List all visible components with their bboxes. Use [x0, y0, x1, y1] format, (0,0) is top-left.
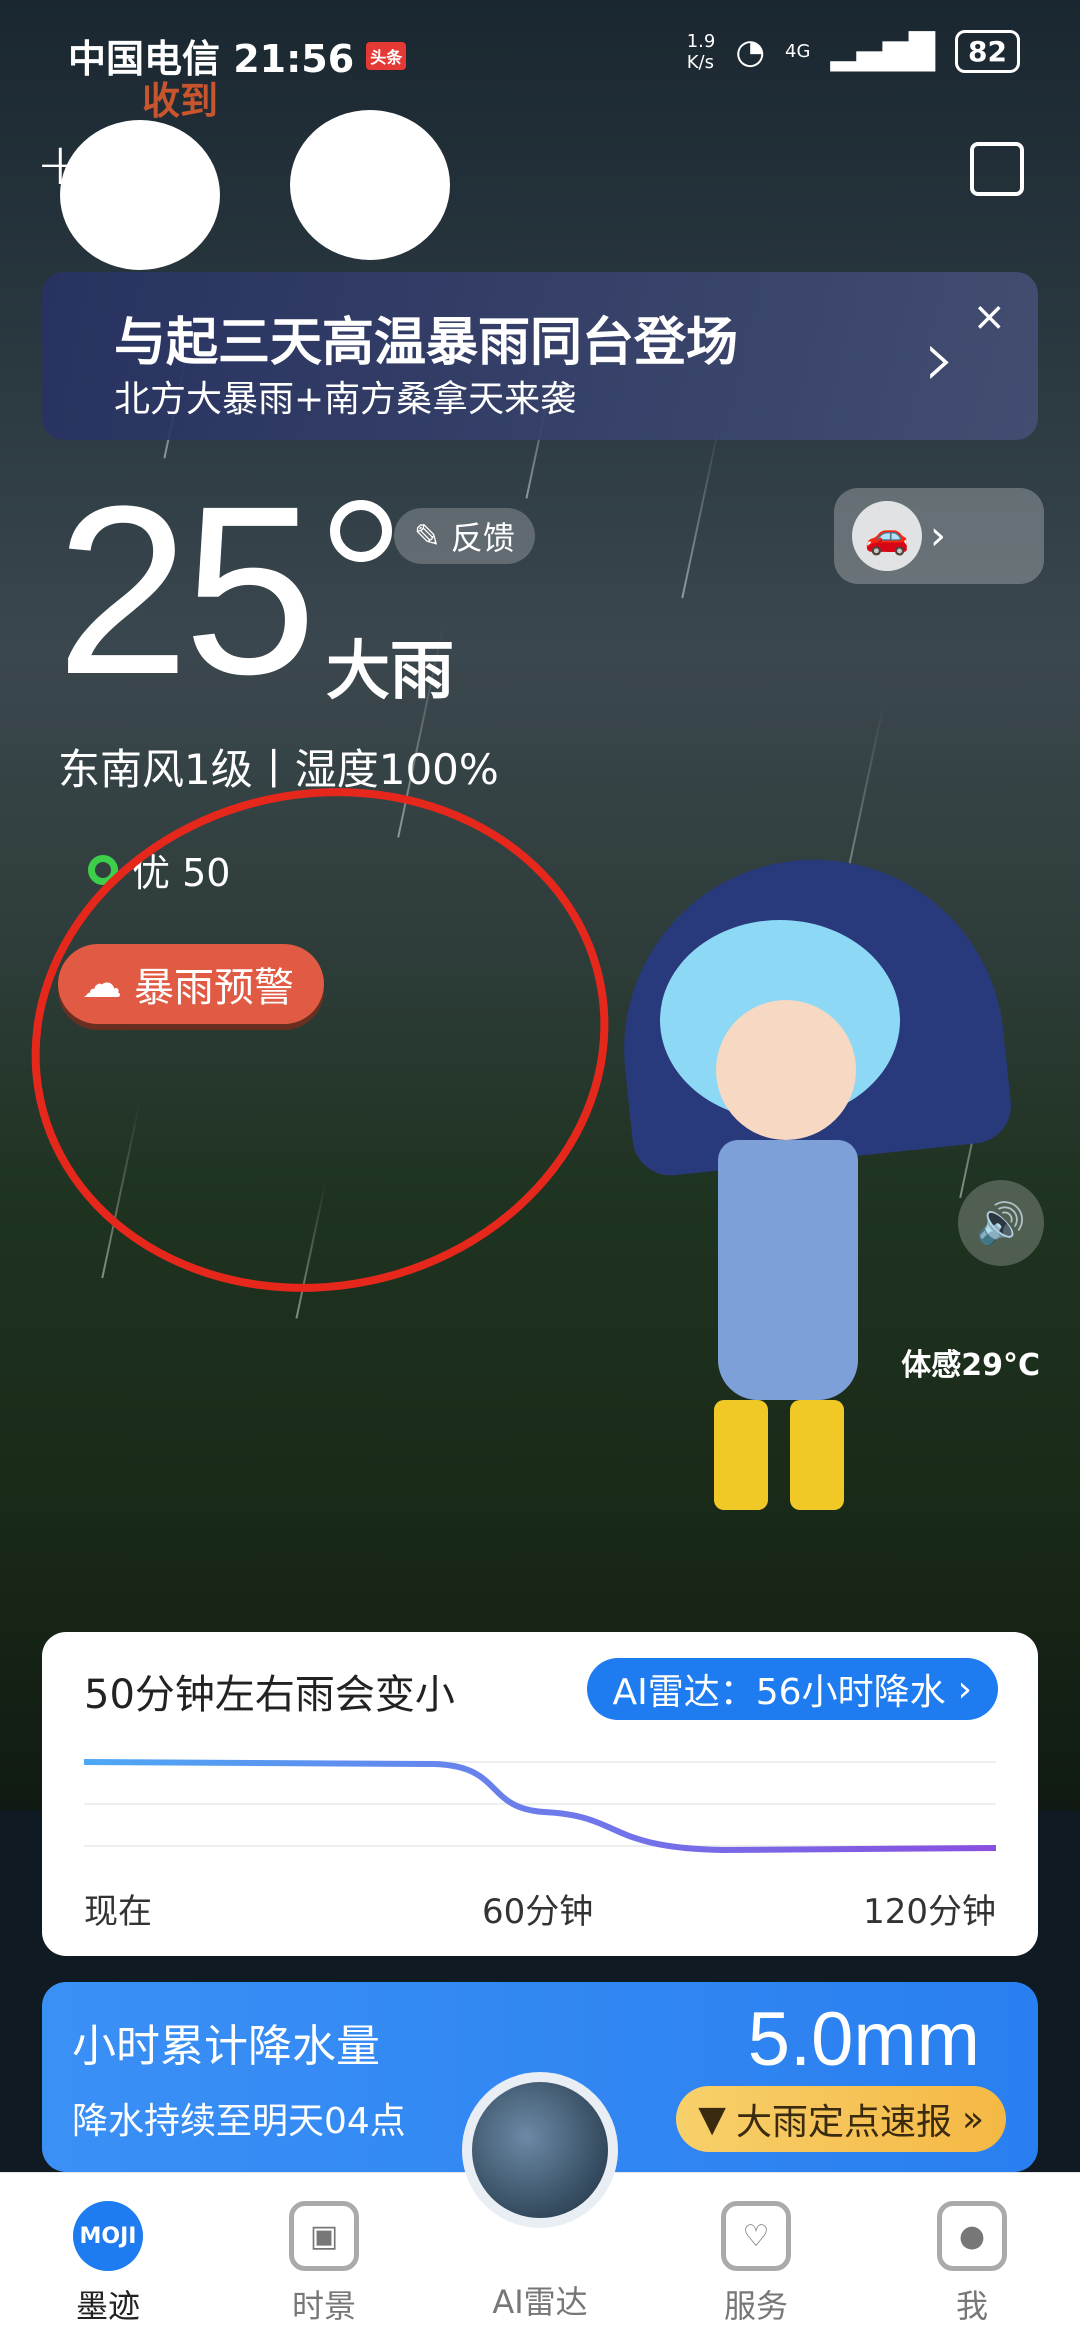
rain-forecast-card[interactable]: 50分钟左右雨会变小 AI雷达：56小时降水 › 现在 60分钟 120分钟 [42, 1632, 1038, 1956]
axis-label-now: 现在 [84, 1892, 152, 1932]
sticker-overlay: 收到 [60, 79, 480, 300]
nav-item-me[interactable]: ● 我 [902, 2201, 1042, 2327]
feels-like: 体感29°C [901, 1348, 1040, 1383]
character-boot-right [790, 1400, 844, 1510]
radar-label: AI雷达：56小时降水 [612, 1672, 946, 1713]
network-speed: 1.9 K/s [687, 31, 716, 73]
report-label: 大雨定点速报 [735, 2102, 952, 2143]
precip-subtitle: 降水持续至明天04点 [72, 2101, 406, 2142]
news-badge: 头条 [366, 41, 407, 70]
feedback-button[interactable]: ✎ 反馈 [394, 508, 535, 564]
share-icon[interactable] [970, 142, 1024, 196]
degree-icon [330, 500, 392, 562]
rain-trend-chart [84, 1759, 996, 1854]
character-dress [718, 1140, 858, 1400]
banner-title: 与起三天高温暴雨同台登场 [114, 313, 739, 373]
signal-icon: ▂▄▆█ [830, 31, 936, 72]
double-chevron-icon: » [961, 2098, 984, 2140]
speaker-icon[interactable]: 🔊 [958, 1180, 1044, 1266]
v-badge-icon: ▼ [698, 2098, 726, 2140]
status-left: 中国电信 21:56 头条 [68, 28, 407, 83]
temperature-value: 25 [56, 456, 317, 724]
weather-condition: 大雨 [326, 635, 454, 709]
feedback-label: 反馈 [450, 519, 515, 557]
speed-unit: K/s [686, 51, 714, 73]
moji-icon: MOJI [73, 2201, 143, 2271]
axis-label-120: 120分钟 [863, 1892, 996, 1932]
battery-indicator: 82 [955, 30, 1020, 73]
picture-icon: ▣ [289, 2201, 359, 2271]
network-type: 4G [785, 41, 811, 62]
rain-trend-line [84, 1759, 996, 1854]
car-service-button[interactable]: 🚗 › [834, 488, 1044, 584]
nav-label: 时景 [291, 2287, 356, 2325]
nav-label: 墨迹 [75, 2287, 140, 2325]
heart-icon: ♡ [721, 2201, 791, 2271]
character-boot-left [714, 1400, 768, 1510]
sticker-text: 收到 [142, 79, 219, 123]
sticker-bun-left [60, 120, 220, 270]
news-banner[interactable]: 与起三天高温暴雨同台登场 北方大暴雨+南方桑拿天来袭 › × [42, 272, 1038, 440]
nav-item-radar[interactable]: AI雷达 [470, 2277, 610, 2323]
speed-value: 1.9 [686, 30, 716, 52]
axis-label-60: 60分钟 [482, 1892, 594, 1932]
wifi-icon: ◔ [735, 31, 766, 72]
character-face [716, 1000, 856, 1140]
chevron-right-icon: › [957, 1668, 972, 1710]
precip-value: 5.0mm [747, 1997, 980, 2082]
nav-item-moji[interactable]: MOJI 墨迹 [38, 2201, 178, 2327]
chevron-right-icon: › [924, 312, 956, 405]
nav-label: 服务 [723, 2287, 788, 2325]
precip-title: 小时累计降水量 [72, 2021, 380, 2072]
nav-item-scene[interactable]: ▣ 时景 [254, 2201, 394, 2327]
sticker-bun-right [290, 110, 450, 260]
nav-label: 我 [955, 2287, 988, 2325]
status-right: 1.9 K/s ◔ 4G ▂▄▆█ 82 [687, 30, 1020, 73]
banner-subtitle: 北方大暴雨+南方桑拿天来袭 [114, 379, 577, 420]
rain-report-button[interactable]: ▼ 大雨定点速报 » [676, 2086, 1006, 2152]
nav-item-service[interactable]: ♡ 服务 [686, 2201, 826, 2327]
user-icon: ● [937, 2201, 1007, 2271]
rain-headline: 50分钟左右雨会变小 [84, 1672, 455, 1718]
pencil-icon: ✎ [414, 517, 441, 555]
ai-radar-button[interactable]: AI雷达：56小时降水 › [586, 1658, 998, 1720]
wind-humidity: 东南风1级丨湿度100% [58, 745, 499, 794]
nav-label: AI雷达 [492, 2283, 588, 2321]
car-icon: 🚗 [852, 501, 922, 571]
chevron-right-icon: › [930, 513, 946, 559]
ai-radar-center-button[interactable] [462, 2072, 618, 2228]
banner-close-button[interactable]: × [972, 294, 1006, 340]
